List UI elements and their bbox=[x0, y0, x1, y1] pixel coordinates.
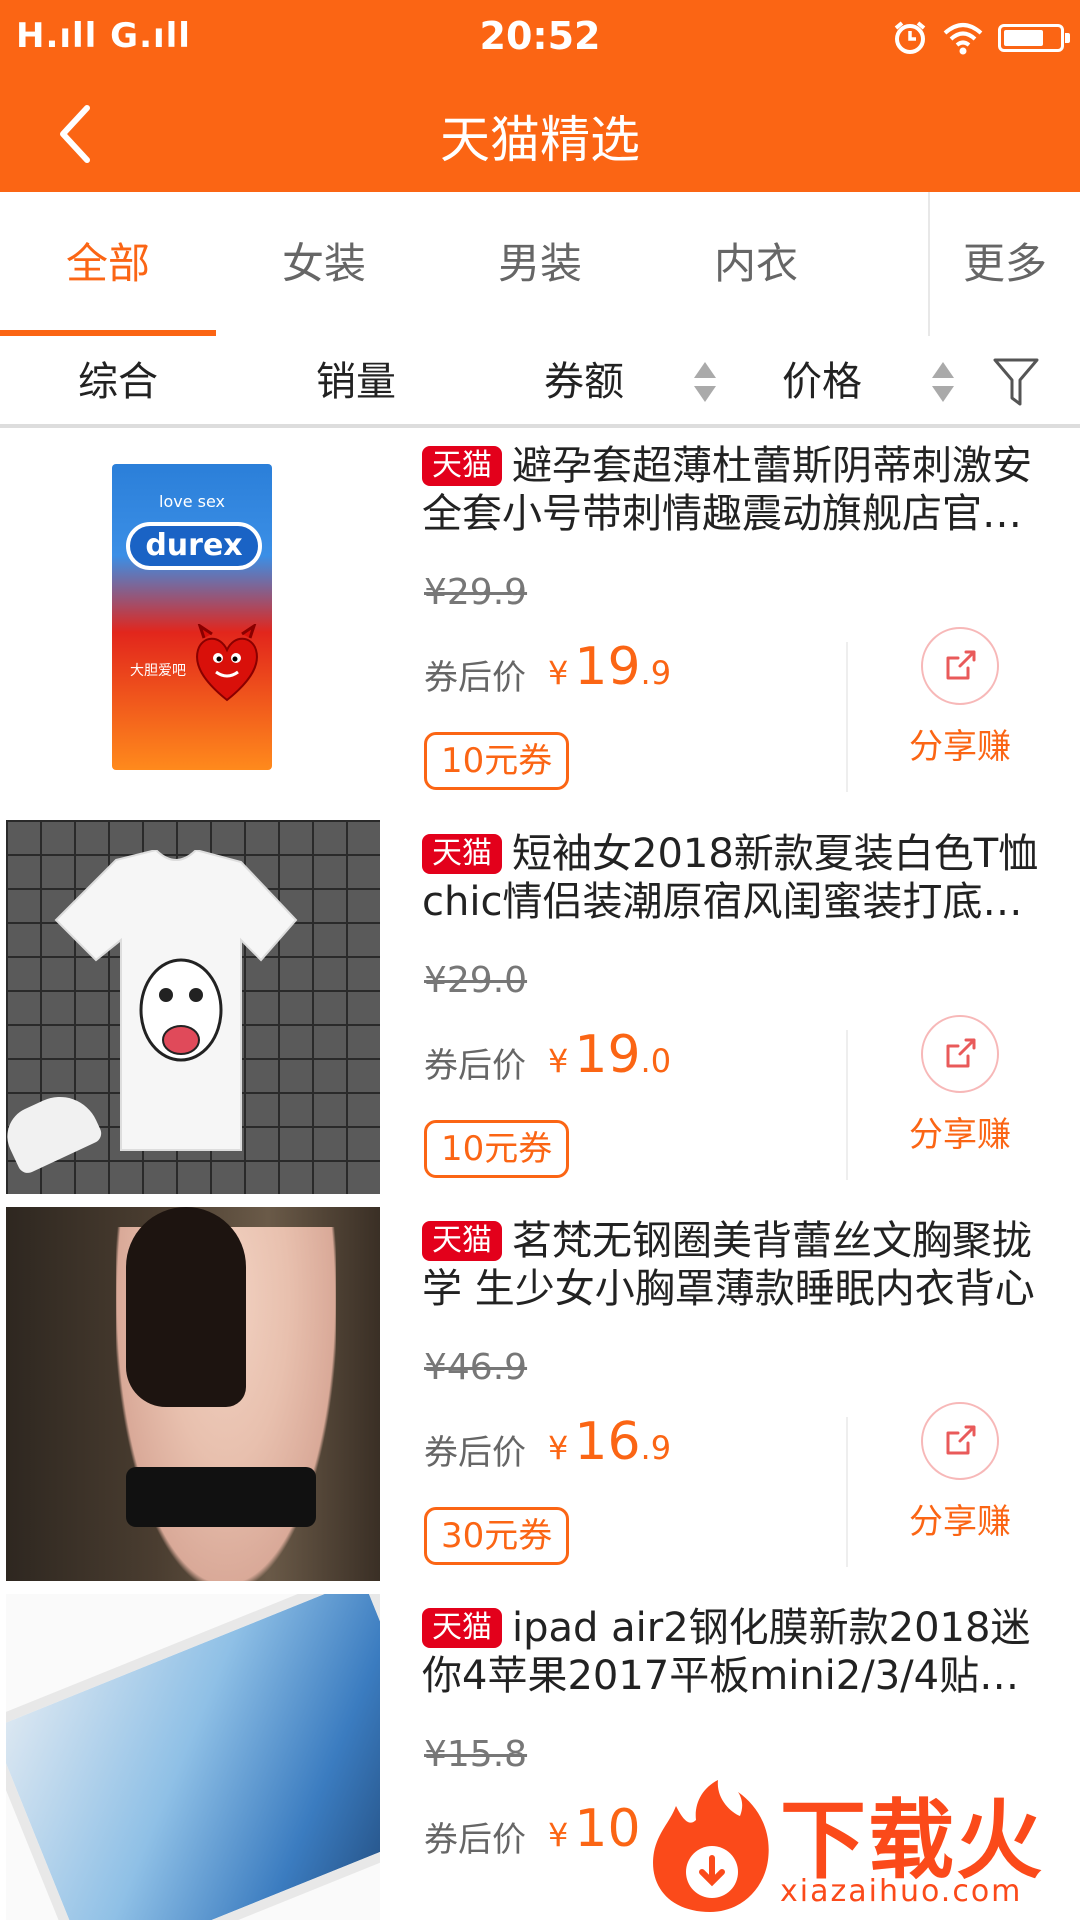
tmall-badge: 天猫 bbox=[422, 446, 502, 486]
currency-symbol: ¥ bbox=[548, 1816, 569, 1854]
product-image: love sex durex 大胆爱吧 bbox=[6, 432, 380, 806]
tab-underwear[interactable]: 内衣 bbox=[648, 192, 864, 336]
share-label: 分享赚 bbox=[909, 1502, 1011, 1542]
sort-comprehensive[interactable]: 综合 bbox=[78, 336, 158, 428]
price-decimal: .9 bbox=[640, 654, 672, 692]
watermark-logo: 下载火 xiazaihuo.com bbox=[640, 1770, 1080, 1920]
tab-men[interactable]: 男装 bbox=[432, 192, 648, 336]
hair-shape bbox=[126, 1207, 246, 1407]
product-image bbox=[6, 1594, 380, 1920]
currency-symbol: ¥ bbox=[548, 1429, 569, 1467]
sort-bar: 综合 销量 券额 价格 bbox=[0, 336, 1080, 428]
filter-icon[interactable] bbox=[992, 356, 1040, 408]
battery-icon bbox=[998, 24, 1070, 52]
status-bar: H.ıll G.ıll 20:52 bbox=[0, 0, 1080, 76]
product-title-text: 短袖女2018新款夏装白色T恤chic情侣装潮原宿风闺蜜装打底… bbox=[422, 831, 1039, 925]
sort-arrows-icon[interactable] bbox=[930, 360, 956, 404]
price-integer: 16 bbox=[574, 1412, 641, 1472]
status-icons bbox=[892, 14, 1070, 62]
tab-women[interactable]: 女装 bbox=[216, 192, 432, 336]
coupon-button[interactable]: 10元券 bbox=[424, 732, 570, 790]
sort-sales[interactable]: 销量 bbox=[316, 336, 396, 428]
price-integer: 10 bbox=[574, 1799, 641, 1859]
share-icon bbox=[921, 1015, 999, 1093]
wifi-icon bbox=[943, 23, 983, 55]
currency-symbol: ¥ bbox=[548, 1042, 569, 1080]
category-tabs: 全部 女装 男装 内衣 更多 bbox=[0, 192, 1080, 336]
product-card[interactable]: love sex durex 大胆爱吧 天猫 避孕套超薄杜蕾斯阴蒂刺激安全套小号带… bbox=[0, 432, 1080, 820]
nav-bar: 天猫精选 bbox=[0, 76, 1080, 192]
currency-symbol: ¥ bbox=[548, 654, 569, 692]
original-price: ¥29.9 bbox=[424, 572, 528, 613]
share-label: 分享赚 bbox=[909, 1115, 1011, 1155]
after-coupon-price: ¥10 bbox=[548, 1799, 641, 1859]
price-decimal: .9 bbox=[640, 1429, 672, 1467]
product-title[interactable]: 天猫 短袖女2018新款夏装白色T恤chic情侣装潮原宿风闺蜜装打底… bbox=[422, 830, 1070, 926]
product-title-text: 避孕套超薄杜蕾斯阴蒂刺激安全套小号带刺情趣震动旗舰店官… bbox=[422, 443, 1032, 537]
share-label: 分享赚 bbox=[909, 727, 1011, 767]
tmall-badge: 天猫 bbox=[422, 1221, 502, 1261]
product-card[interactable]: 天猫 茗梵无钢圈美背蕾丝文胸聚拢学 生少女小胸罩薄款睡眠内衣背心 ¥46.9 券后… bbox=[0, 1207, 1080, 1595]
after-coupon-label: 券后价 bbox=[424, 658, 526, 698]
tab-divider bbox=[928, 192, 930, 336]
condom-box-image: love sex durex 大胆爱吧 bbox=[112, 464, 272, 770]
product-image bbox=[6, 1207, 380, 1581]
after-coupon-price: ¥19.9 bbox=[548, 637, 671, 697]
price-integer: 19 bbox=[574, 637, 641, 697]
alarm-icon bbox=[894, 21, 926, 54]
coupon-button[interactable]: 30元券 bbox=[424, 1507, 570, 1565]
sort-price[interactable]: 价格 bbox=[782, 336, 862, 428]
after-coupon-price: ¥16.9 bbox=[548, 1412, 671, 1472]
share-icon bbox=[921, 1402, 999, 1480]
box-brand: durex bbox=[126, 522, 262, 570]
sort-coupon[interactable]: 券额 bbox=[544, 336, 624, 428]
app-header: H.ıll G.ıll 20:52 天猫精选 bbox=[0, 0, 1080, 192]
original-price: ¥15.8 bbox=[424, 1734, 528, 1775]
share-icon bbox=[921, 627, 999, 705]
page-title: 天猫精选 bbox=[440, 111, 640, 169]
share-earn-button[interactable]: 分享赚 bbox=[890, 1402, 1030, 1572]
share-earn-button[interactable]: 分享赚 bbox=[890, 627, 1030, 797]
product-title[interactable]: 天猫 避孕套超薄杜蕾斯阴蒂刺激安全套小号带刺情趣震动旗舰店官… bbox=[422, 442, 1070, 538]
original-price: ¥29.0 bbox=[424, 960, 528, 1001]
product-title[interactable]: 天猫 茗梵无钢圈美背蕾丝文胸聚拢学 生少女小胸罩薄款睡眠内衣背心 bbox=[422, 1217, 1070, 1313]
after-coupon-label: 券后价 bbox=[424, 1820, 526, 1860]
share-earn-button[interactable]: 分享赚 bbox=[890, 1015, 1030, 1185]
after-coupon-label: 券后价 bbox=[424, 1046, 526, 1086]
box-slogan: 大胆爱吧 bbox=[130, 663, 186, 679]
divider bbox=[846, 1417, 848, 1567]
tmall-badge: 天猫 bbox=[422, 834, 502, 874]
product-title-text: ipad air2钢化膜新款2018迷你4苹果2017平板mini2/3/4贴… bbox=[422, 1605, 1031, 1699]
price-decimal: .0 bbox=[640, 1042, 672, 1080]
tab-more[interactable]: 更多 bbox=[930, 192, 1080, 336]
product-title-text: 茗梵无钢圈美背蕾丝文胸聚拢学 生少女小胸罩薄款睡眠内衣背心 bbox=[422, 1218, 1035, 1312]
product-image bbox=[6, 820, 380, 1194]
box-tagline: love sex bbox=[159, 492, 225, 511]
coupon-button[interactable]: 10元券 bbox=[424, 1120, 570, 1178]
after-coupon-price: ¥19.0 bbox=[548, 1025, 671, 1085]
bra-straps bbox=[126, 1467, 316, 1527]
product-title[interactable]: 天猫 ipad air2钢化膜新款2018迷你4苹果2017平板mini2/3/4… bbox=[422, 1604, 1070, 1700]
divider bbox=[846, 1030, 848, 1180]
sort-arrows-icon[interactable] bbox=[692, 360, 718, 404]
product-card[interactable]: 天猫 短袖女2018新款夏装白色T恤chic情侣装潮原宿风闺蜜装打底… ¥29.0… bbox=[0, 820, 1080, 1208]
price-integer: 19 bbox=[574, 1025, 641, 1085]
tablet-image bbox=[6, 1594, 380, 1920]
devil-heart-graphic bbox=[196, 624, 258, 702]
divider bbox=[846, 642, 848, 792]
original-price: ¥46.9 bbox=[424, 1347, 528, 1388]
tmall-badge: 天猫 bbox=[422, 1608, 502, 1648]
flame-logo-icon bbox=[653, 1780, 769, 1912]
tab-all[interactable]: 全部 bbox=[0, 192, 216, 336]
watermark-url: xiazaihuo.com bbox=[780, 1874, 1023, 1909]
after-coupon-label: 券后价 bbox=[424, 1433, 526, 1473]
